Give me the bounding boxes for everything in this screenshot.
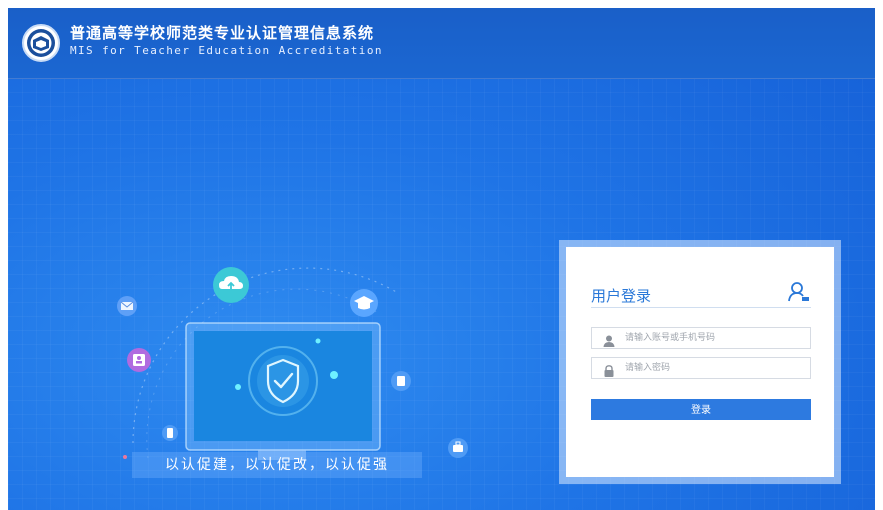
login-title: 用户登录 xyxy=(591,287,652,305)
login-page: 普通高等学校师范类专业认证管理信息系统 MIS for Teacher Educ… xyxy=(8,8,875,510)
briefcase-icon xyxy=(448,438,468,458)
user-icon xyxy=(603,332,615,351)
system-title: 普通高等学校师范类专业认证管理信息系统 xyxy=(70,24,375,42)
login-panel: 用户登录 请输入账号或手机号码 登录 xyxy=(566,247,834,477)
header-bar: 普通高等学校师范类专业认证管理信息系统 MIS for Teacher Educ… xyxy=(8,8,875,79)
cloud-upload-icon xyxy=(213,267,249,303)
password-input[interactable] xyxy=(625,360,805,376)
mail-icon xyxy=(117,296,137,316)
username-input[interactable] xyxy=(625,330,805,346)
login-button[interactable]: 登录 xyxy=(591,399,811,420)
hero-slogan: 以认促建，以认促改，以认促强 xyxy=(132,452,422,478)
clipboard-icon xyxy=(391,371,411,391)
system-subtitle: MIS for Teacher Education Accreditation xyxy=(70,44,383,57)
title-divider xyxy=(591,307,811,308)
graduation-cap-icon xyxy=(350,289,378,317)
phone-icon xyxy=(162,425,178,441)
user-login-icon xyxy=(788,281,810,307)
shield-check-icon xyxy=(248,346,318,416)
password-field[interactable] xyxy=(591,357,811,379)
username-field[interactable] xyxy=(591,327,811,349)
lock-icon xyxy=(603,362,615,381)
university-seal-icon xyxy=(22,24,60,62)
id-card-icon xyxy=(127,348,151,372)
